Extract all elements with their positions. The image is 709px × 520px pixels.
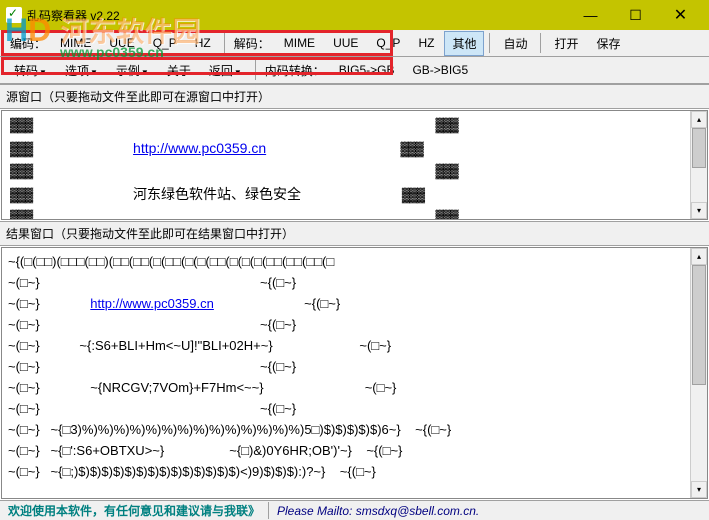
options-button[interactable]: 选项▼ <box>57 58 106 83</box>
toolbar-encode-decode: 编码： MIME UUE Q_P HZ 解码： MIME UUE Q_P HZ … <box>0 30 709 57</box>
chevron-down-icon: ▼ <box>141 68 149 77</box>
source-url-link[interactable]: http://www.pc0359.cn <box>133 140 266 156</box>
source-scrollbar[interactable]: ▴ ▾ <box>690 111 707 219</box>
chevron-down-icon: ▼ <box>90 68 98 77</box>
big5-to-gb-button[interactable]: BIG5->GB <box>331 59 403 81</box>
source-panel-label: 源窗口（只要拖动文件至此即可在源窗口中打开） <box>0 84 709 109</box>
scroll-up-icon[interactable]: ▴ <box>691 111 707 128</box>
scroll-up-icon[interactable]: ▴ <box>691 248 707 265</box>
status-welcome-text: 欢迎使用本软件，有任何意见和建议请与我联》 <box>0 502 269 519</box>
result-textarea[interactable]: ~{(□(□□)(□□□(□□)(□□(□□(□(□□(□(□(□□(□(□(□… <box>2 248 690 498</box>
minimize-button[interactable]: — <box>568 1 613 29</box>
result-line: ~(□~} ~{(□~} <box>8 401 296 416</box>
result-line: ~(□~} ~{□;)$)$)$)$)$)$)$)$)$)$)$)$)$)$)<… <box>8 464 376 479</box>
gb-to-big5-button[interactable]: GB->BIG5 <box>404 59 476 81</box>
result-line: ~(□~} ~{:S6+BLI+Hm<~U]!"BLI+02H+~} ~(□~} <box>8 338 391 353</box>
toolbar-convert: 转码▼ 选项▼ 示例▼ 关于 返回▼ 内码转换： BIG5->GB GB->BI… <box>0 57 709 84</box>
convert-button[interactable]: 转码▼ <box>6 58 55 83</box>
result-panel: ~{(□(□□)(□□□(□□)(□□(□□(□(□□(□(□(□□(□(□(□… <box>1 247 708 499</box>
source-panel: ▓▓▓ ▓▓▓ ▓▓▓ http://www.pc0359.cn ▓▓▓ ▓▓▓… <box>1 110 708 220</box>
save-button[interactable]: 保存 <box>588 31 628 56</box>
source-textarea[interactable]: ▓▓▓ ▓▓▓ ▓▓▓ http://www.pc0359.cn ▓▓▓ ▓▓▓… <box>2 111 690 219</box>
result-line: ~{(□(□□)(□□□(□□)(□□(□□(□(□□(□(□(□□(□(□(□… <box>8 254 334 269</box>
encode-uue-button[interactable]: UUE <box>101 32 142 54</box>
result-line: ~(□~} ~{□':S6+OBTXU>~} ~{□)&)0Y6HR;OB')'… <box>8 443 402 458</box>
chevron-down-icon: ▼ <box>234 68 242 77</box>
scroll-thumb[interactable] <box>692 128 706 168</box>
encode-mime-button[interactable]: MIME <box>52 32 99 54</box>
result-line: ~(□~} ~{(□~} <box>8 359 296 374</box>
maximize-button[interactable]: ☐ <box>613 1 658 29</box>
window-title: 乱码察看器 v2.22 <box>27 7 120 24</box>
back-button[interactable]: 返回▼ <box>201 58 250 83</box>
decode-uue-button[interactable]: UUE <box>325 32 366 54</box>
titlebar: 乱码察看器 v2.22 — ☐ ✕ <box>0 0 709 30</box>
chevron-down-icon: ▼ <box>39 68 47 77</box>
decode-mime-button[interactable]: MIME <box>276 32 323 54</box>
decode-label: 解码： <box>230 33 274 54</box>
encode-label: 编码： <box>6 33 50 54</box>
scroll-thumb[interactable] <box>692 265 706 385</box>
result-url-link[interactable]: http://www.pc0359.cn <box>90 296 214 311</box>
result-line: ~(□~} ~{(□~} <box>8 275 296 290</box>
result-line: ~(□~} ~{□3)%)%)%)%)%)%)%)%)%)%)%)%)%)%)5… <box>8 422 451 437</box>
examples-button[interactable]: 示例▼ <box>108 58 157 83</box>
result-line: ~(□~} ~{NRCGV;7VOm}+F7Hm<~~} ~(□~} <box>8 380 396 395</box>
decode-qp-button[interactable]: Q_P <box>368 32 408 54</box>
encode-qp-button[interactable]: Q_P <box>145 32 185 54</box>
about-button[interactable]: 关于 <box>159 58 199 83</box>
app-icon <box>6 7 22 23</box>
open-button[interactable]: 打开 <box>546 31 586 56</box>
result-line: ~(□~} <box>8 296 90 311</box>
encode-hz-button[interactable]: HZ <box>187 32 219 54</box>
status-mailto-text: Please Mailto: smsdxq@sbell.com.cn. <box>269 504 487 518</box>
auto-button[interactable]: 自动 <box>495 31 535 56</box>
decode-other-button[interactable]: 其他 <box>444 31 484 56</box>
close-button[interactable]: ✕ <box>658 1 703 29</box>
statusbar: 欢迎使用本软件，有任何意见和建议请与我联》 Please Mailto: sms… <box>0 500 709 520</box>
result-line: ~(□~} ~{(□~} <box>8 317 296 332</box>
scroll-down-icon[interactable]: ▾ <box>691 202 707 219</box>
scroll-down-icon[interactable]: ▾ <box>691 481 707 498</box>
result-panel-label: 结果窗口（只要拖动文件至此即可在结果窗口中打开） <box>0 221 709 246</box>
inner-convert-label: 内码转换： <box>261 60 329 81</box>
result-scrollbar[interactable]: ▴ ▾ <box>690 248 707 498</box>
decode-hz-button[interactable]: HZ <box>410 32 442 54</box>
